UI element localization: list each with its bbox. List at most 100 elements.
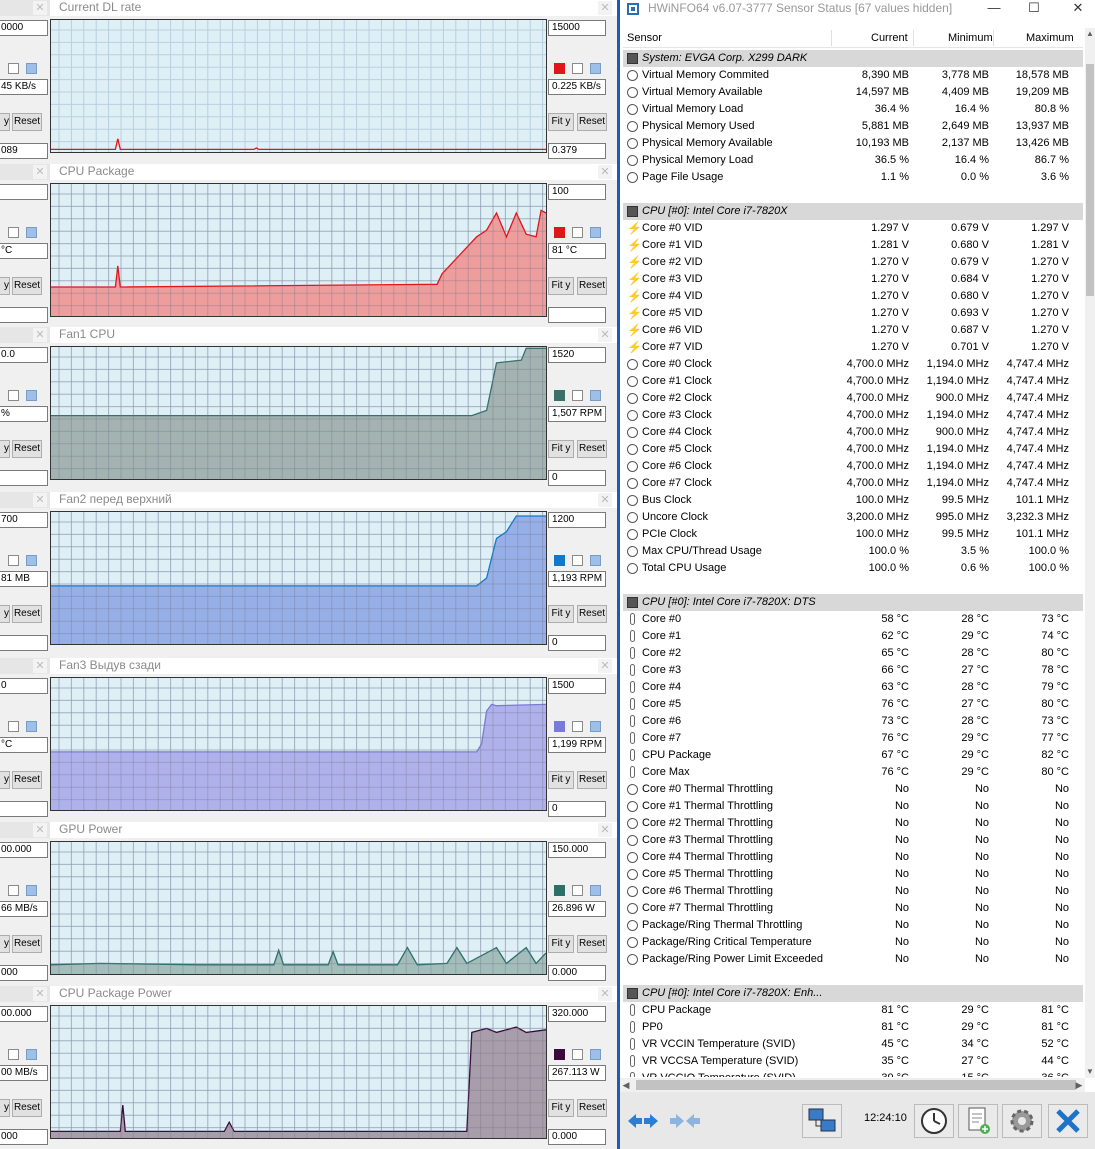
bg-color-swatch[interactable]: [590, 885, 601, 896]
sensor-row[interactable]: Core #1 Clock 4,700.0 MHz 1,194.0 MHz 4,747…: [623, 373, 1083, 390]
left-fit-button[interactable]: y: [0, 935, 10, 953]
log-add-icon[interactable]: [958, 1104, 998, 1138]
sensor-group-header[interactable]: CPU [#0]: Intel Core i7-7820X: [623, 203, 1083, 220]
graph-checkbox[interactable]: [572, 227, 583, 238]
sensor-row[interactable]: Core #5 Clock 4,700.0 MHz 1,194.0 MHz 4,747…: [623, 441, 1083, 458]
left-color-swatch[interactable]: [26, 390, 37, 401]
graph-window[interactable]: Fan3 Выдув сзади ✕ ✕ 0 °C y Reset 1500 1…: [0, 658, 617, 822]
col-current[interactable]: Current: [871, 31, 908, 45]
left-color-swatch[interactable]: [26, 721, 37, 732]
sensor-row[interactable]: VR VCCIN Temperature (SVID) 45 °C 34 °C 52 …: [623, 1036, 1083, 1053]
reset-button[interactable]: Reset: [577, 605, 607, 623]
bg-color-swatch[interactable]: [590, 555, 601, 566]
sensor-row[interactable]: Core #4 Clock 4,700.0 MHz 900.0 MHz 4,747.4…: [623, 424, 1083, 441]
fit-y-button[interactable]: Fit y: [548, 277, 574, 295]
left-checkbox[interactable]: [8, 555, 19, 566]
left-fit-button[interactable]: y: [0, 605, 10, 623]
sensor-row[interactable]: Virtual Memory Available 14,597 MB 4,409 M…: [623, 84, 1083, 101]
sensor-row[interactable]: Core #5 76 °C 27 °C 80 °C: [623, 696, 1083, 713]
fit-y-button[interactable]: Fit y: [548, 771, 574, 789]
close-icon[interactable]: ✕: [598, 493, 612, 507]
sensor-row[interactable]: ⚡ Core #2 VID 1.270 V 0.679 V 1.270 V: [623, 254, 1083, 271]
sensor-row[interactable]: Core #2 Clock 4,700.0 MHz 900.0 MHz 4,747.4…: [623, 390, 1083, 407]
sensor-row[interactable]: Virtual Memory Commited 8,390 MB 3,778 MB 1…: [623, 67, 1083, 84]
sensor-row[interactable]: Core #6 Thermal Throttling No No No: [623, 883, 1083, 900]
graph-checkbox[interactable]: [572, 390, 583, 401]
col-minimum[interactable]: Minimum: [948, 31, 993, 45]
close-icon[interactable]: ✕: [598, 659, 612, 673]
left-fit-button[interactable]: y: [0, 277, 10, 295]
series-color-swatch[interactable]: [554, 390, 565, 401]
sensor-row[interactable]: ⚡ Core #3 VID 1.270 V 0.684 V 1.270 V: [623, 271, 1083, 288]
sensor-row[interactable]: Core #1 62 °C 29 °C 74 °C: [623, 628, 1083, 645]
sensor-group-header[interactable]: System: EVGA Corp. X299 DARK: [623, 50, 1083, 67]
series-color-swatch[interactable]: [554, 63, 565, 74]
scroll-thumb[interactable]: [1086, 64, 1094, 296]
scroll-right-icon[interactable]: ▶: [1073, 1078, 1085, 1092]
left-color-swatch[interactable]: [26, 555, 37, 566]
sensor-row[interactable]: Core #7 Thermal Throttling No No No: [623, 900, 1083, 917]
left-color-swatch[interactable]: [26, 885, 37, 896]
close-icon[interactable]: ✕: [33, 328, 47, 342]
graph-window[interactable]: Current DL rate ✕ ✕ 0000 45 KB/s y Reset…: [0, 0, 617, 164]
sensor-row[interactable]: VR VCCIO Temperature (SVID) 39 °C 15 °C 36 …: [623, 1070, 1083, 1077]
left-fit-button[interactable]: y: [0, 113, 10, 131]
sensor-group-header[interactable]: CPU [#0]: Intel Core i7-7820X: DTS: [623, 594, 1083, 611]
sensor-row[interactable]: ⚡ Core #0 VID 1.297 V 0.679 V 1.297 V: [623, 220, 1083, 237]
left-checkbox[interactable]: [8, 227, 19, 238]
left-checkbox[interactable]: [8, 1049, 19, 1060]
sensor-row[interactable]: Core #7 76 °C 29 °C 77 °C: [623, 730, 1083, 747]
sensor-row[interactable]: Core #0 58 °C 28 °C 73 °C: [623, 611, 1083, 628]
close-icon[interactable]: ✕: [33, 493, 47, 507]
settings-gear-icon[interactable]: [1002, 1104, 1042, 1138]
sensor-row[interactable]: Core #3 Clock 4,700.0 MHz 1,194.0 MHz 4,747…: [623, 407, 1083, 424]
horizontal-scrollbar[interactable]: ◀ ▶: [620, 1078, 1085, 1092]
close-icon[interactable]: ✕: [598, 165, 612, 179]
left-color-swatch[interactable]: [26, 227, 37, 238]
sensor-row[interactable]: Max CPU/Thread Usage 100.0 % 3.5 % 100.0 %: [623, 543, 1083, 560]
series-color-swatch[interactable]: [554, 885, 565, 896]
sensor-row[interactable]: PP0 81 °C 29 °C 81 °C: [623, 1019, 1083, 1036]
nav-right-left-icon[interactable]: [666, 1104, 704, 1138]
reset-button[interactable]: Reset: [577, 277, 607, 295]
left-fit-button[interactable]: y: [0, 771, 10, 789]
sensor-row[interactable]: Bus Clock 100.0 MHz 99.5 MHz 101.1 MHz: [623, 492, 1083, 509]
sensor-row[interactable]: Core #3 66 °C 27 °C 78 °C: [623, 662, 1083, 679]
sensor-row[interactable]: ⚡ Core #1 VID 1.281 V 0.680 V 1.281 V: [623, 237, 1083, 254]
close-icon[interactable]: ✕: [33, 165, 47, 179]
sensor-row[interactable]: CPU Package 67 °C 29 °C 82 °C: [623, 747, 1083, 764]
fit-y-button[interactable]: Fit y: [548, 605, 574, 623]
left-reset-button[interactable]: Reset: [12, 277, 42, 295]
left-reset-button[interactable]: Reset: [12, 935, 42, 953]
graph-checkbox[interactable]: [572, 721, 583, 732]
close-icon[interactable]: ✕: [598, 328, 612, 342]
fit-y-button[interactable]: Fit y: [548, 440, 574, 458]
sensor-row[interactable]: Virtual Memory Load 36.4 % 16.4 % 80.8 %: [623, 101, 1083, 118]
sensor-row[interactable]: Page File Usage 1.1 % 0.0 % 3.6 %: [623, 169, 1083, 186]
close-icon[interactable]: ✕: [33, 1, 47, 15]
sensor-row[interactable]: Core #4 Thermal Throttling No No No: [623, 849, 1083, 866]
sensor-row[interactable]: Package/Ring Thermal Throttling No No No: [623, 917, 1083, 934]
close-button[interactable]: ✕: [1064, 0, 1092, 18]
graph-checkbox[interactable]: [572, 885, 583, 896]
graph-checkbox[interactable]: [572, 1049, 583, 1060]
sensor-row[interactable]: CPU Package 81 °C 29 °C 81 °C: [623, 1002, 1083, 1019]
left-fit-button[interactable]: y: [0, 440, 10, 458]
graph-window[interactable]: GPU Power ✕ ✕ 00.000 66 MB/s y Reset 000…: [0, 822, 617, 986]
graph-window[interactable]: Fan2 перед верхний ✕ ✕ 700 81 MB y Reset…: [0, 492, 617, 656]
minimize-button[interactable]: —: [980, 0, 1008, 18]
bg-color-swatch[interactable]: [590, 1049, 601, 1060]
sensor-row[interactable]: Core #4 63 °C 28 °C 79 °C: [623, 679, 1083, 696]
reset-button[interactable]: Reset: [577, 113, 607, 131]
sensor-row[interactable]: Physical Memory Used 5,881 MB 2,649 MB 13,9…: [623, 118, 1083, 135]
sensor-row[interactable]: ⚡ Core #6 VID 1.270 V 0.687 V 1.270 V: [623, 322, 1083, 339]
fit-y-button[interactable]: Fit y: [548, 1099, 574, 1117]
left-fit-button[interactable]: y: [0, 1099, 10, 1117]
sensor-row[interactable]: Core #5 Thermal Throttling No No No: [623, 866, 1083, 883]
clock-icon[interactable]: [914, 1104, 954, 1138]
series-color-swatch[interactable]: [554, 227, 565, 238]
left-checkbox[interactable]: [8, 390, 19, 401]
left-checkbox[interactable]: [8, 885, 19, 896]
close-icon[interactable]: ✕: [33, 659, 47, 673]
sensor-group-header[interactable]: CPU [#0]: Intel Core i7-7820X: Enh...: [623, 985, 1083, 1002]
